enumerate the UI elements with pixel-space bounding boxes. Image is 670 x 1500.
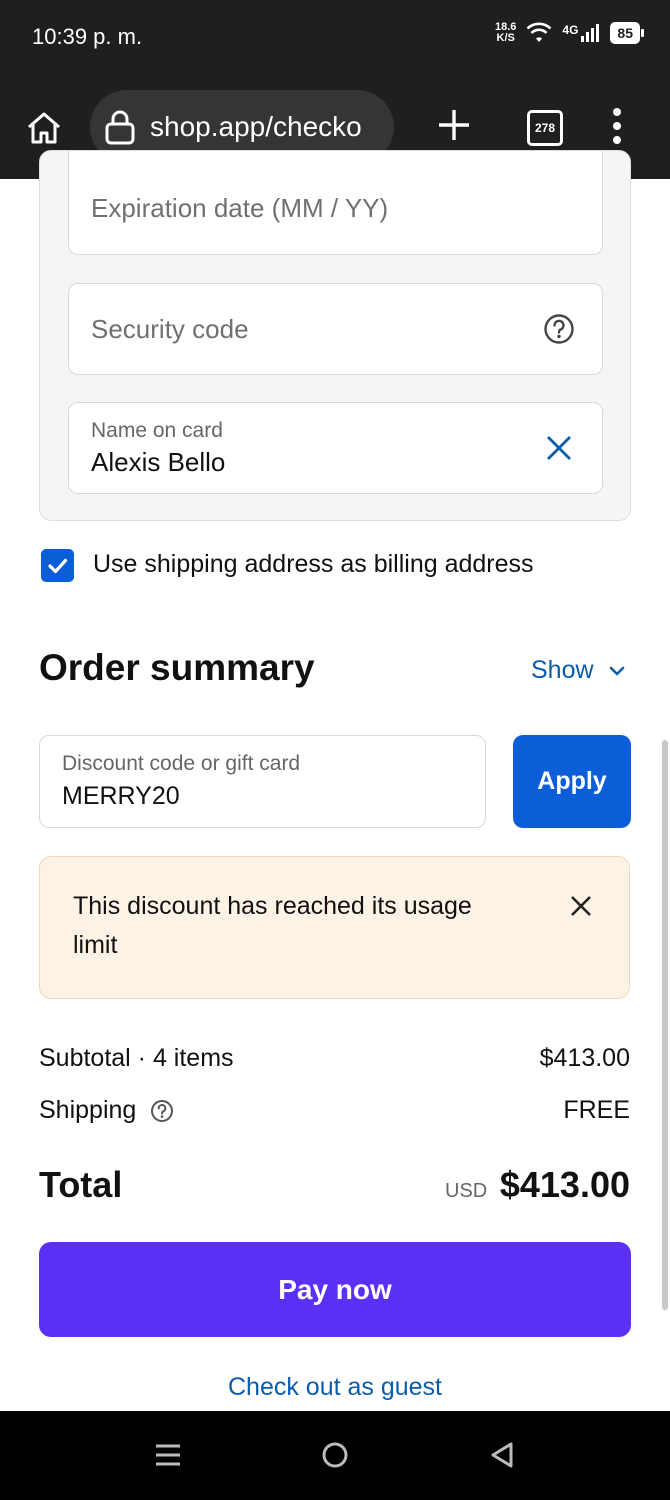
discount-error-text: This discount has reached its usage limi… — [73, 892, 472, 959]
battery-indicator: 85 — [610, 22, 644, 44]
status-bar: 10:39 p. m. 18.6 K/S 4G 85 — [0, 0, 670, 75]
name-on-card-field[interactable]: Name on card Alexis Bello — [68, 402, 603, 494]
discount-code-field[interactable]: Discount code or gift card MERRY20 — [39, 735, 486, 828]
card-details-panel: Expiration date (MM / YY) Security code … — [39, 150, 631, 521]
help-icon[interactable] — [543, 313, 575, 345]
total-value: $413.00 — [499, 1164, 630, 1205]
name-on-card-label: Name on card — [91, 419, 223, 442]
signal-bars-icon — [581, 24, 600, 42]
discount-error-alert: This discount has reached its usage limi… — [39, 856, 630, 999]
checkmark-icon — [48, 558, 68, 574]
network-speed: 18.6 K/S — [494, 21, 517, 44]
apply-button[interactable]: Apply — [513, 735, 631, 828]
expiration-placeholder: Expiration date (MM / YY) — [91, 193, 389, 223]
total-currency: USD — [445, 1180, 488, 1202]
clear-icon[interactable] — [546, 435, 572, 461]
scrollbar[interactable] — [662, 740, 668, 1310]
close-icon[interactable] — [570, 895, 592, 917]
status-time: 10:39 p. m. — [32, 24, 143, 49]
security-code-placeholder: Security code — [91, 314, 249, 344]
system-nav-bar — [0, 1411, 670, 1500]
order-summary-toggle[interactable]: Show — [531, 656, 626, 685]
status-icons: 18.6 K/S 4G 85 — [494, 21, 644, 44]
shipping-label: Shipping — [39, 1096, 137, 1124]
discount-code-label: Discount code or gift card — [62, 752, 301, 775]
pay-now-button[interactable]: Pay now — [39, 1242, 631, 1337]
subtotal-value: $413.00 — [539, 1044, 630, 1072]
security-code-field[interactable]: Security code — [68, 283, 603, 375]
discount-code-value: MERRY20 — [62, 782, 180, 810]
new-tab-icon[interactable] — [436, 107, 472, 143]
expiration-date-field[interactable]: Expiration date (MM / YY) — [68, 151, 603, 255]
back-icon[interactable] — [489, 1441, 515, 1469]
order-summary-title: Order summary — [39, 647, 315, 688]
show-toggle-label: Show — [531, 656, 594, 684]
subtotal-label: Subtotal · 4 items — [39, 1044, 234, 1072]
billing-address-label: Use shipping address as billing address — [93, 550, 534, 578]
shipping-help-icon[interactable] — [150, 1099, 174, 1123]
home-nav-icon[interactable] — [321, 1441, 349, 1469]
lock-icon — [105, 110, 135, 145]
signal-indicator: 4G — [562, 23, 600, 43]
recent-apps-icon[interactable] — [155, 1442, 181, 1468]
billing-address-checkbox[interactable] — [41, 549, 74, 582]
more-options-icon[interactable] — [605, 106, 629, 146]
name-on-card-value: Alexis Bello — [91, 447, 226, 477]
tab-switcher-button[interactable]: 278 — [527, 110, 563, 146]
checkout-as-guest-link[interactable]: Check out as guest — [0, 1373, 670, 1402]
chevron-down-icon — [609, 666, 624, 675]
shipping-value: FREE — [563, 1096, 630, 1124]
wifi-icon — [527, 22, 552, 42]
home-icon[interactable] — [24, 108, 64, 148]
network-type: 4G — [562, 23, 579, 37]
url-text: shop.app/checko — [150, 111, 362, 142]
total-label: Total — [39, 1164, 123, 1205]
